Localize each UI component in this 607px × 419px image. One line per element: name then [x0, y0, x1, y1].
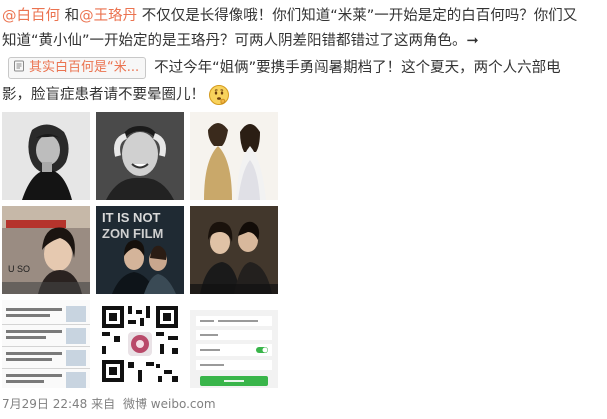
bw-smiling-image: [96, 112, 184, 200]
post-text-line-1: @白百何 和@王珞丹 不仅仅是长得像哦！你们知道“米莱”一开始是定的白百何吗？你…: [2, 4, 602, 29]
post-meta: 7月29日 22:48 来自 微博 weibo.com: [2, 396, 216, 412]
image-thumb-4[interactable]: U SO: [2, 206, 90, 294]
article-link-chip[interactable]: 其实白百何是“米...: [8, 57, 147, 79]
post-timestamp[interactable]: 7月29日 22:48: [2, 397, 87, 411]
bw-portrait-image: [2, 112, 90, 200]
post-text-line-4: 影，脸盲症患者请不要晕圈儿！: [2, 83, 602, 108]
poster-caption-1: IT IS NOT: [102, 210, 161, 225]
post-text-segment-4: 影，脸盲症患者请不要晕圈儿！: [2, 87, 205, 103]
image-thumb-9[interactable]: [190, 300, 278, 388]
image-grid: U SO IT IS NOT ZON FILM: [2, 112, 278, 388]
image-thumb-8[interactable]: [96, 300, 184, 388]
video-still-image: U SO: [2, 206, 90, 294]
image-thumb-3[interactable]: [190, 112, 278, 200]
post-text-line-3: 其实白百何是“米... 不过今年“姐俩”要携手勇闯暑期档了！这个夏天，两个人六部…: [2, 56, 602, 81]
svg-text:U SO: U SO: [8, 264, 30, 274]
image-thumb-2[interactable]: [96, 112, 184, 200]
movie-poster-image: IT IS NOT ZON FILM: [96, 206, 184, 294]
article-link-label: 其实白百何是“米...: [29, 60, 140, 75]
post-text-and: 和: [60, 8, 80, 24]
app-settings-screenshot-image: [190, 300, 278, 388]
movie-poster-couple-image: [190, 206, 278, 294]
post-source-link[interactable]: 微博 weibo.com: [123, 397, 216, 411]
post-source-from: 来自: [91, 397, 116, 411]
link-icon: [14, 60, 24, 72]
image-thumb-1[interactable]: [2, 112, 90, 200]
post-text: @白百何 和@王珞丹 不仅仅是长得像哦！你们知道“米莱”一开始是定的白百何吗？你…: [2, 4, 602, 108]
two-women-poster-image: [190, 112, 278, 200]
poster-caption-2: ZON FILM: [102, 226, 163, 241]
post-text-segment-2: 知道“黄小仙”一开始定的是王珞丹？可两人阴差阳错都错过了这两角色。➞: [2, 33, 479, 49]
qr-code-image: [96, 300, 184, 388]
mention-baibaihe[interactable]: @白百何: [2, 8, 60, 24]
image-thumb-7[interactable]: [2, 300, 90, 388]
news-list-screenshot-image: [2, 300, 90, 388]
post-text-line-2: 知道“黄小仙”一开始定的是王珞丹？可两人阴差阳错都错过了这两角色。➞: [2, 29, 602, 54]
image-thumb-6[interactable]: [190, 206, 278, 294]
post-text-segment-3: 不过今年“姐俩”要携手勇闯暑期档了！这个夏天，两个人六部电: [154, 60, 561, 76]
mention-wangluodan[interactable]: @王珞丹: [79, 8, 137, 24]
image-thumb-5[interactable]: IT IS NOT ZON FILM: [96, 206, 184, 294]
thinking-face-emoji-icon: [209, 85, 229, 105]
weibo-post: @白百何 和@王珞丹 不仅仅是长得像哦！你们知道“米莱”一开始是定的白百何吗？你…: [0, 0, 607, 419]
post-text-segment-1: 不仅仅是长得像哦！你们知道“米莱”一开始是定的白百何吗？你们又: [137, 8, 578, 24]
